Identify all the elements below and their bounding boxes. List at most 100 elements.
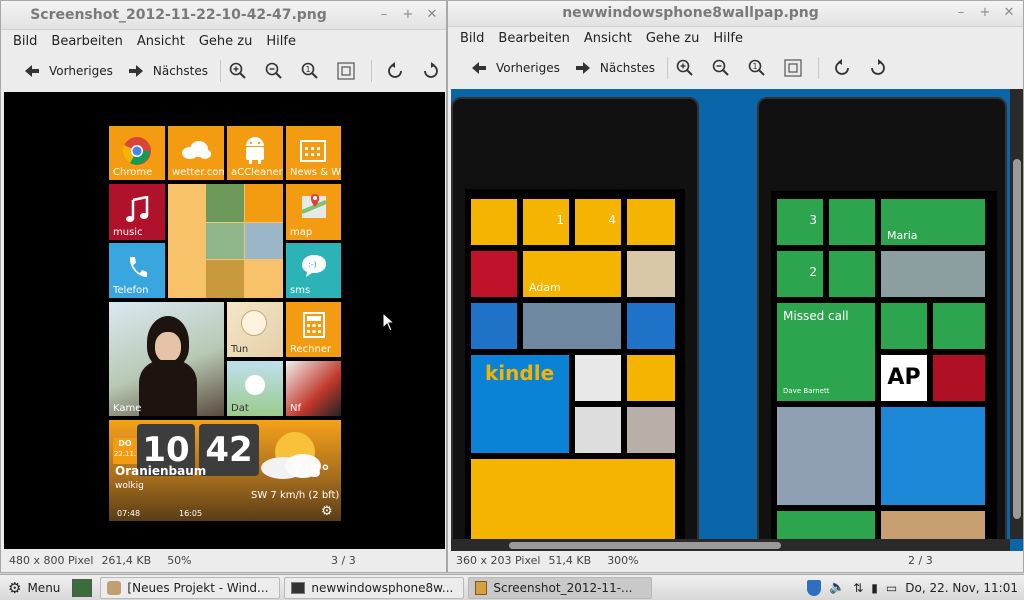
task-label: Screenshot_2012-11-...: [493, 580, 633, 595]
weather-wind: SW 7 km/h (2 bft): [251, 490, 340, 501]
zoom-original-icon[interactable]: 1: [299, 60, 321, 82]
tile-chat: [829, 199, 875, 245]
zoom-level: 50%: [167, 553, 192, 567]
tile-pin: [471, 251, 517, 297]
tile-photo-c: [575, 407, 621, 453]
menu-ansicht[interactable]: Ansicht: [137, 34, 185, 49]
gear-icon: ⚙: [321, 504, 333, 519]
tile-wetter: wetter.com: [168, 126, 224, 180]
volume-icon[interactable]: 🔈: [829, 580, 845, 595]
titlebar[interactable]: newwindowsphone8wallpap.png – + ✕: [448, 1, 1023, 27]
clock[interactable]: Do, 22. Nov, 11:01: [905, 581, 1018, 595]
taskbar: ⚙ Menu [Neues Projekt - Wind... newwindo…: [0, 574, 1024, 600]
tile-adam: Adam: [523, 251, 621, 297]
mouse-cursor-icon: [382, 312, 396, 332]
tile-chrome: Chrome: [109, 126, 165, 180]
task-button-project[interactable]: [Neues Projekt - Wind...: [100, 576, 281, 599]
rotate-left-icon[interactable]: [384, 60, 406, 82]
titlebar[interactable]: Screenshot_2012-11-22-10-42-47.png – + ✕: [1, 1, 446, 30]
close-button[interactable]: ✕: [424, 7, 440, 23]
next-button[interactable]: Nächstes: [119, 56, 214, 86]
tile-missed-call: Missed call Dave Barnett: [777, 303, 875, 401]
menu-ansicht[interactable]: Ansicht: [584, 31, 632, 46]
image-viewer-window-right: newwindowsphone8wallpap.png – + ✕ Bild B…: [447, 0, 1024, 573]
show-desktop-icon[interactable]: [72, 578, 93, 597]
previous-button[interactable]: Vorheriges: [462, 53, 566, 83]
menu-bearbeiten[interactable]: Bearbeiten: [51, 34, 122, 49]
toolbar: Vorheriges Nächstes 1: [1, 52, 446, 90]
tile-kindle: kindle: [471, 355, 569, 453]
android-icon: [246, 137, 264, 164]
rotate-left-icon[interactable]: [831, 57, 853, 79]
menu-gehe-zu[interactable]: Gehe zu: [646, 31, 700, 46]
zoom-original-icon[interactable]: 1: [746, 57, 768, 79]
phone-icon: [129, 257, 147, 277]
tile-news: [933, 355, 985, 401]
toolbar-separator: [219, 60, 221, 82]
rotate-right-icon[interactable]: [867, 57, 889, 79]
zoom-in-icon[interactable]: [674, 57, 696, 79]
tile-messages: 2: [777, 251, 823, 297]
tile-internet: [627, 303, 675, 349]
maximize-button[interactable]: +: [977, 5, 993, 21]
network-icon[interactable]: ⇅: [853, 581, 863, 595]
sunset-time: 16:05: [179, 509, 203, 518]
menu-bild[interactable]: Bild: [460, 31, 484, 46]
rotate-right-icon[interactable]: [420, 60, 442, 82]
task-button-wallpaper[interactable]: newwindowsphone8w...: [284, 576, 465, 599]
minimize-button[interactable]: –: [376, 7, 392, 23]
music-note-icon: [126, 196, 149, 222]
menu-gehe-zu[interactable]: Gehe zu: [199, 34, 253, 49]
shield-icon[interactable]: [807, 579, 822, 596]
svg-text::-): :-): [308, 260, 317, 269]
menu-bild[interactable]: Bild: [13, 34, 37, 49]
vertical-scrollbar-thumb[interactable]: [1013, 159, 1021, 519]
battery-icon[interactable]: ▭: [886, 581, 897, 595]
tile-music: music: [109, 184, 165, 240]
image-canvas[interactable]: 1 4 Adam kindle 3 Maria 2 Missed call Da…: [451, 89, 1023, 551]
toolbar-separator: [370, 60, 372, 82]
zoom-fit-icon[interactable]: [782, 57, 804, 79]
statusbar: 480 x 800 Pixel 261,4 KB 50% 3 / 3: [1, 548, 446, 572]
tile-telefon: Telefon: [109, 243, 165, 298]
image-dimensions: 480 x 800 Pixel: [9, 553, 94, 567]
next-button[interactable]: Nächstes: [566, 53, 661, 83]
gear-icon: ⚙: [8, 578, 22, 597]
zoom-in-icon[interactable]: [227, 60, 249, 82]
image-dimensions: 360 x 203 Pixel: [456, 553, 541, 567]
zoom-out-icon[interactable]: [263, 60, 285, 82]
previous-button[interactable]: Vorheriges: [15, 56, 119, 86]
weather-condition: wolkig: [115, 481, 144, 491]
task-button-screenshot[interactable]: Screenshot_2012-11-...: [468, 576, 653, 599]
menu-hilfe[interactable]: Hilfe: [713, 31, 743, 46]
menu-bearbeiten[interactable]: Bearbeiten: [498, 31, 569, 46]
tile-game: [881, 407, 985, 505]
tile-chat: 4: [575, 199, 621, 245]
missed-call-label: Missed call: [783, 309, 849, 323]
maximize-button[interactable]: +: [400, 7, 416, 23]
signal-icon[interactable]: ▮: [871, 581, 878, 595]
start-menu-button[interactable]: ⚙ Menu: [0, 579, 68, 597]
clock-minute: 42: [199, 424, 259, 476]
previous-label: Vorheriges: [49, 64, 113, 78]
vertical-scrollbar[interactable]: [1010, 89, 1023, 539]
image-canvas[interactable]: Chrome wetter.com aCCleaner News & W mus…: [4, 92, 445, 549]
tile-ap: AP: [881, 355, 927, 401]
zoom-out-icon[interactable]: [710, 57, 732, 79]
minimize-button[interactable]: –: [953, 5, 969, 21]
arrow-left-icon: [468, 57, 490, 79]
weather-city: Oranienbaum: [115, 464, 207, 478]
menu-hilfe[interactable]: Hilfe: [266, 34, 296, 49]
tile-tun: Tun: [227, 302, 283, 357]
tile-messages: 1: [523, 199, 569, 245]
zoom-fit-icon[interactable]: [335, 60, 357, 82]
close-button[interactable]: ✕: [1001, 5, 1017, 21]
image-viewer-window-left: Screenshot_2012-11-22-10-42-47.png – + ✕…: [0, 0, 447, 573]
toolbar-separator: [817, 57, 819, 79]
chat-bubble-icon: :-): [302, 255, 326, 277]
previous-label: Vorheriges: [496, 61, 560, 75]
file-size: 261,4 KB: [101, 553, 152, 567]
tile-nfs: Nf: [286, 361, 341, 416]
task-label: newwindowsphone8w...: [311, 580, 454, 595]
svg-text:1: 1: [752, 62, 757, 71]
